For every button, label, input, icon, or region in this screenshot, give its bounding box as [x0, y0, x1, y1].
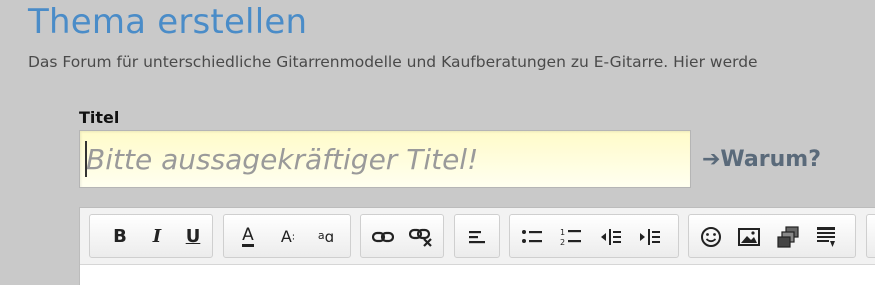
page-title: Thema erstellen [28, 2, 308, 42]
outdent-button[interactable] [597, 224, 625, 250]
image-icon [738, 228, 760, 246]
insert-group [688, 214, 856, 258]
text-color-button[interactable]: A [234, 224, 262, 250]
template-button[interactable] [812, 224, 840, 250]
font-size-button[interactable]: A: [274, 224, 302, 250]
font-family-button[interactable]: aɑ [312, 224, 340, 250]
text-color-icon: A [242, 225, 254, 247]
numbered-list-button[interactable]: 1 2 [557, 224, 585, 250]
bulleted-list-icon [522, 230, 542, 243]
font-family-icon: aɑ [317, 227, 335, 246]
media-button[interactable] [774, 224, 802, 250]
link-group [360, 214, 444, 258]
smiley-button[interactable] [697, 224, 725, 250]
format-group: B I U [89, 214, 213, 258]
more-button[interactable] [871, 224, 875, 250]
title-input[interactable] [79, 130, 691, 188]
indent-button[interactable] [636, 224, 664, 250]
align-button[interactable] [463, 224, 491, 250]
forum-description: Das Forum für unterschiedliche Gitarrenm… [28, 53, 758, 71]
unlink-button[interactable] [407, 224, 435, 250]
font-size-icon: A: [280, 227, 296, 246]
bold-button[interactable]: B [106, 224, 134, 250]
editor-toolbar: B I U A A: aɑ 1 2 [80, 208, 875, 265]
italic-icon: I [152, 226, 162, 247]
link-button[interactable] [369, 224, 397, 250]
underline-button[interactable]: U [179, 224, 207, 250]
font-group: A A: aɑ [223, 214, 351, 258]
overflow-group [866, 214, 875, 258]
link-icon [372, 231, 394, 243]
svg-text:2: 2 [560, 238, 565, 247]
align-group [454, 214, 500, 258]
underline-icon: U [185, 226, 201, 247]
why-link[interactable]: ➔Warum? [702, 147, 821, 172]
media-icon [777, 226, 799, 248]
align-icon [469, 231, 485, 244]
title-label: Titel [79, 108, 120, 127]
numbered-list-icon: 1 2 [560, 228, 581, 247]
template-icon [817, 227, 835, 247]
svg-text:1: 1 [560, 228, 565, 237]
text-cursor [85, 141, 87, 177]
image-button[interactable] [735, 224, 763, 250]
bulleted-list-button[interactable] [518, 224, 546, 250]
unlink-icon [409, 228, 432, 247]
outdent-icon [601, 229, 621, 245]
rich-text-editor[interactable]: B I U A A: aɑ 1 2 [79, 207, 875, 285]
smiley-icon [701, 227, 721, 247]
bold-icon: B [113, 226, 127, 247]
indent-icon [640, 229, 660, 245]
italic-button[interactable]: I [143, 224, 171, 250]
list-group: 1 2 [509, 214, 679, 258]
